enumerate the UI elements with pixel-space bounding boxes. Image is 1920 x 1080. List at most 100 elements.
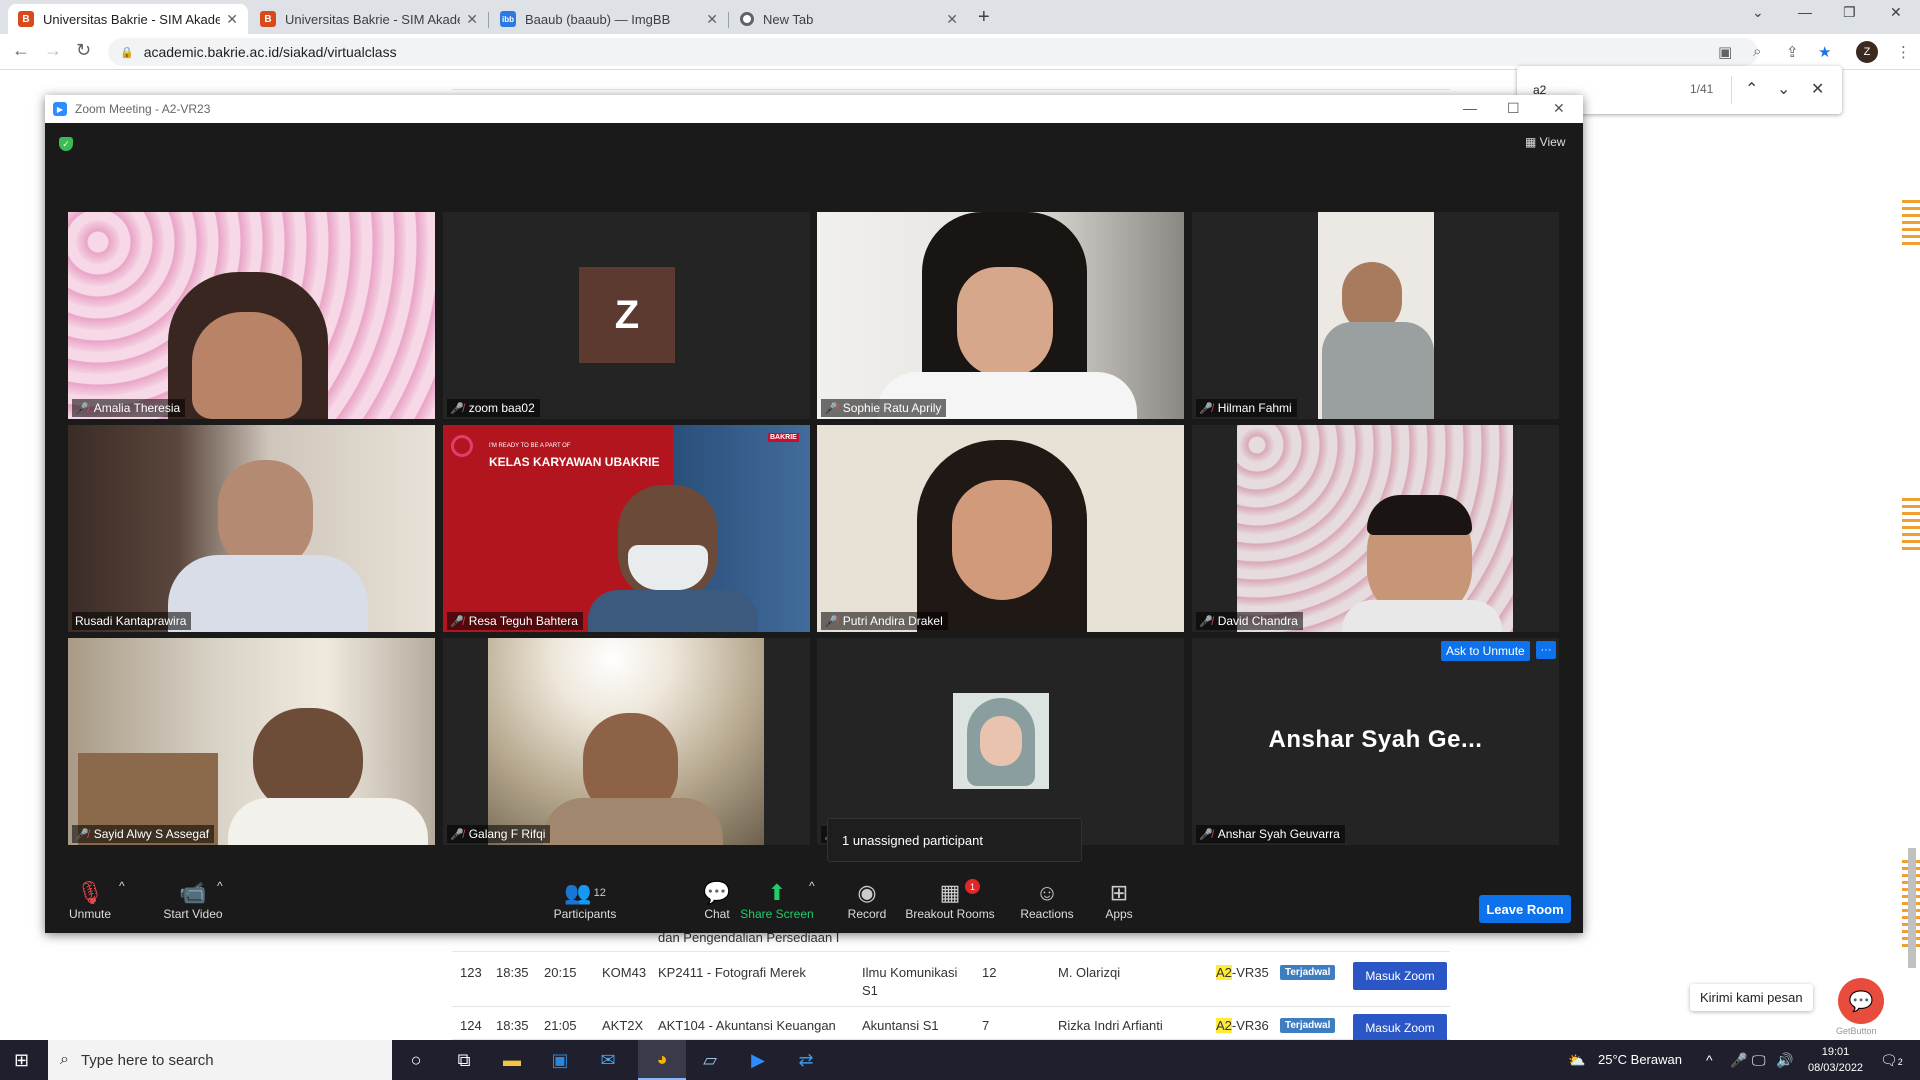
chat-button[interactable]: 💬 Chat bbox=[697, 879, 737, 921]
weather-icon[interactable]: ⛅ bbox=[1568, 1052, 1585, 1069]
mail-icon[interactable]: ✉ bbox=[584, 1040, 632, 1080]
find-highlight: A2 bbox=[1216, 965, 1232, 980]
breakout-rooms-button[interactable]: ▦ Breakout Rooms bbox=[905, 879, 995, 921]
find-prev-icon[interactable]: ⌃ bbox=[1745, 79, 1758, 99]
tile-more-options-button[interactable]: ··· bbox=[1536, 641, 1556, 659]
bookmark-star-icon[interactable]: ★ bbox=[1818, 43, 1831, 61]
taskbar-search-box[interactable]: ⌕ Type here to search bbox=[48, 1040, 392, 1080]
taskbar-clock[interactable]: 19:01 08/03/2022 bbox=[1808, 1044, 1863, 1076]
view-button[interactable]: ▦ View bbox=[1525, 135, 1565, 149]
participant-name-tag: 🎤̸ Putri Andira Drakel bbox=[821, 612, 948, 630]
zoom-logo-icon: ▶ bbox=[53, 102, 67, 116]
zoom-meeting-window: ▶ Zoom Meeting - A2-VR23 — ☐ ✕ ✓ ▦ View … bbox=[45, 95, 1583, 933]
participant-tile[interactable]: Z 🎤̸ zoom baa02 bbox=[443, 212, 810, 419]
network-icon[interactable]: 🖵 bbox=[1752, 1052, 1766, 1069]
apps-button[interactable]: ⊞ Apps bbox=[1097, 879, 1141, 921]
zoom-minimize-icon[interactable]: — bbox=[1463, 100, 1477, 116]
participant-tile[interactable]: 🎤̸ Hilman Fahmi bbox=[1192, 212, 1559, 419]
participant-tile[interactable]: 🎤̸ David Chandra bbox=[1192, 425, 1559, 632]
microphone-tray-icon[interactable]: 🎤 bbox=[1730, 1052, 1747, 1069]
masuk-zoom-button[interactable]: Masuk Zoom bbox=[1353, 1014, 1447, 1042]
schedule-table-header bbox=[452, 70, 1450, 90]
tab-search-icon[interactable]: ⌄ bbox=[1752, 4, 1764, 21]
weather-text[interactable]: 25°C Berawan bbox=[1598, 1052, 1682, 1067]
file-explorer-icon[interactable]: ▬ bbox=[488, 1040, 536, 1080]
participant-tile[interactable]: 🎤̸ bbox=[817, 638, 1184, 845]
share-icon[interactable]: ⇪ bbox=[1786, 43, 1799, 61]
participant-name-tag: Rusadi Kantaprawira bbox=[72, 612, 192, 630]
mic-muted-icon: 🎤̸ bbox=[450, 402, 464, 415]
ask-to-unmute-button[interactable]: Ask to Unmute bbox=[1441, 641, 1530, 661]
show-hidden-icons-icon[interactable]: ^ bbox=[1706, 1052, 1713, 1068]
store-icon[interactable]: ▣ bbox=[536, 1040, 584, 1080]
tab-new-tab[interactable]: New Tab ✕ bbox=[730, 4, 968, 34]
chrome-taskbar-icon[interactable]: ◕ bbox=[638, 1040, 686, 1080]
tab-sim-akademik-1[interactable]: B Universitas Bakrie - SIM Akadem ✕ bbox=[8, 4, 248, 34]
participant-tile[interactable]: 🎤̸ Amalia Theresia bbox=[68, 212, 435, 419]
close-tab-icon[interactable]: ✕ bbox=[706, 11, 718, 28]
tab-separator bbox=[488, 12, 489, 28]
masuk-zoom-button[interactable]: Masuk Zoom bbox=[1353, 962, 1447, 990]
participant-tile[interactable]: 🎤̸ Sophie Ratu Aprily bbox=[817, 212, 1184, 419]
audio-options-caret-icon[interactable]: ^ bbox=[119, 879, 125, 893]
chat-bubble-button[interactable]: 💬 bbox=[1838, 978, 1884, 1024]
menu-dots-icon[interactable]: ⋮ bbox=[1896, 43, 1911, 61]
tab-sim-akademik-2[interactable]: B Universitas Bakrie - SIM Akadem ✕ bbox=[250, 4, 488, 34]
tab-imgbb[interactable]: ibb Baaub (baaub) — ImgBB ✕ bbox=[490, 4, 728, 34]
address-bar[interactable]: 🔒 academic.bakrie.ac.id/siakad/virtualcl… bbox=[108, 38, 1758, 66]
unmute-button[interactable]: 🎙 Unmute bbox=[65, 879, 115, 921]
unassigned-participant-tooltip[interactable]: 1 unassigned participant bbox=[827, 818, 1082, 862]
back-icon[interactable]: ← bbox=[12, 40, 30, 61]
reload-icon[interactable]: ↻ bbox=[76, 40, 91, 61]
video-options-caret-icon[interactable]: ^ bbox=[217, 879, 223, 893]
zoom-icon[interactable]: ⌕ bbox=[1753, 43, 1761, 60]
participant-tile[interactable]: I'M READY TO BE A PART OF KELAS KARYAWAN… bbox=[443, 425, 810, 632]
teamviewer-icon[interactable]: ⇄ bbox=[782, 1040, 830, 1080]
notification-center-icon[interactable]: 🗨2 bbox=[1880, 1052, 1903, 1069]
restore-icon[interactable]: ❐ bbox=[1843, 4, 1856, 21]
participant-tile[interactable]: 🎤̸ Sayid Alwy S Assegaf bbox=[68, 638, 435, 845]
clock-date: 08/03/2022 bbox=[1808, 1062, 1864, 1074]
cortana-icon[interactable]: ○ bbox=[392, 1040, 440, 1080]
leave-room-button[interactable]: Leave Room bbox=[1479, 895, 1571, 923]
participant-tile[interactable]: 🎤̸ Galang F Rifqi bbox=[443, 638, 810, 845]
participant-tile[interactable]: 🎤̸ Putri Andira Drakel bbox=[817, 425, 1184, 632]
bakrie-logo: BAKRIE bbox=[768, 433, 799, 442]
close-tab-icon[interactable]: ✕ bbox=[226, 11, 238, 28]
grid-icon: ▦ bbox=[1525, 135, 1540, 149]
participants-button[interactable]: 👥 12 Participants bbox=[547, 879, 623, 921]
close-tab-icon[interactable]: ✕ bbox=[946, 11, 958, 28]
new-tab-button[interactable]: + bbox=[978, 6, 990, 29]
task-view-icon[interactable]: ⧉ bbox=[440, 1040, 488, 1080]
reactions-button[interactable]: ☺ Reactions bbox=[1017, 879, 1077, 921]
close-tab-icon[interactable]: ✕ bbox=[466, 11, 478, 28]
zoom-maximize-icon[interactable]: ☐ bbox=[1507, 100, 1520, 117]
chat-label: Chat bbox=[704, 907, 730, 921]
start-time: 18:35 bbox=[496, 965, 529, 980]
profile-avatar[interactable]: Z bbox=[1856, 41, 1878, 63]
participant-name: David Chandra bbox=[1217, 614, 1298, 628]
forward-icon[interactable]: → bbox=[44, 40, 62, 61]
participant-tile-active-speaker[interactable]: Rusadi Kantaprawira bbox=[68, 425, 435, 632]
page-action-icon[interactable]: ▣ bbox=[1718, 43, 1732, 61]
share-options-caret-icon[interactable]: ^ bbox=[809, 879, 815, 893]
record-button[interactable]: ◉ Record bbox=[841, 879, 893, 921]
share-screen-button[interactable]: ⬆ Share Screen bbox=[737, 879, 817, 921]
participant-tile[interactable]: Anshar Syah Ge... 🎤̸ Anshar Syah Geuvarra bbox=[1192, 638, 1559, 845]
participant-video bbox=[192, 312, 302, 419]
minimize-icon[interactable]: — bbox=[1798, 4, 1812, 20]
notepad-icon[interactable]: ▱ bbox=[686, 1040, 734, 1080]
notification-count: 2 bbox=[1897, 1057, 1903, 1067]
participant-video bbox=[628, 545, 708, 590]
encryption-shield-icon[interactable]: ✓ bbox=[59, 137, 73, 151]
windows-start-icon[interactable]: ⊞ bbox=[14, 1050, 29, 1071]
close-window-icon[interactable]: ✕ bbox=[1890, 4, 1902, 21]
mic-muted-icon: 🎤̸ bbox=[450, 828, 464, 841]
zoom-close-icon[interactable]: ✕ bbox=[1553, 100, 1565, 117]
zoom-taskbar-icon[interactable]: ▶ bbox=[734, 1040, 782, 1080]
participant-name: Hilman Fahmi bbox=[1217, 401, 1292, 415]
volume-icon[interactable]: 🔊 bbox=[1776, 1052, 1793, 1069]
find-close-icon[interactable]: ✕ bbox=[1811, 79, 1824, 99]
page-scrollbar-thumb[interactable] bbox=[1908, 848, 1916, 968]
find-next-icon[interactable]: ⌄ bbox=[1777, 79, 1790, 99]
